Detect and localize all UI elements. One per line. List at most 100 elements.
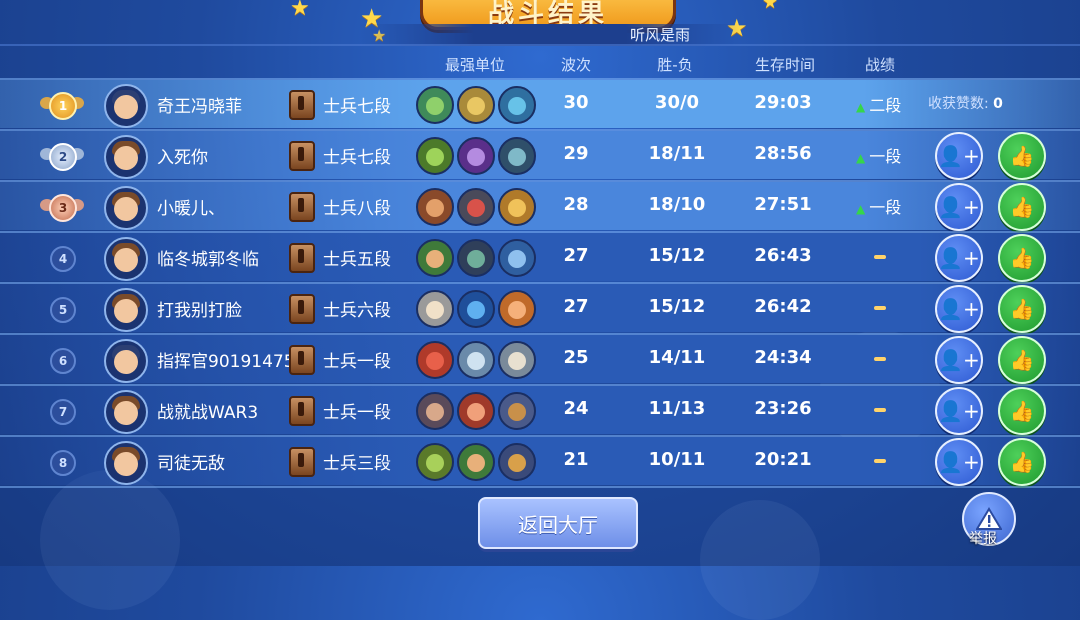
record-value: 一段 xyxy=(869,147,902,166)
likes-label: 收获赞数: xyxy=(928,96,989,112)
add-friend-button[interactable]: 👤+ xyxy=(935,285,983,333)
rank-badge: 6 xyxy=(50,348,76,374)
waves-value: 27 xyxy=(563,245,589,266)
thumbs-up-icon: 👍 xyxy=(1009,246,1035,270)
row-divider xyxy=(0,486,1080,488)
avatar xyxy=(104,237,148,281)
survival-time: 20:21 xyxy=(754,449,812,470)
unit-icon xyxy=(498,392,536,430)
win-loss-value: 14/11 xyxy=(648,347,706,368)
player-name: 奇王冯晓菲 xyxy=(157,97,242,117)
like-button[interactable]: 👍 xyxy=(998,438,1046,486)
unit-icon xyxy=(457,239,495,277)
survival-time: 23:26 xyxy=(754,398,812,419)
unit-icon xyxy=(498,341,536,379)
avatar xyxy=(104,390,148,434)
add-friend-button[interactable]: 👤+ xyxy=(935,132,983,180)
win-loss-value: 18/11 xyxy=(648,143,706,164)
up-arrow-icon: ▲ xyxy=(856,100,866,114)
rank-badge: 4 xyxy=(50,246,76,272)
add-friend-button[interactable]: 👤+ xyxy=(935,336,983,384)
unit-icon xyxy=(498,239,536,277)
record-value: 二段 xyxy=(869,96,902,115)
tier-icon xyxy=(289,294,315,324)
unit-icon xyxy=(457,86,495,124)
header-divider xyxy=(0,44,1080,46)
rank-number: 8 xyxy=(58,456,68,470)
player-tier: 士兵七段 xyxy=(323,148,391,168)
player-tier: 士兵八段 xyxy=(323,199,391,219)
unit-icon xyxy=(498,188,536,226)
tier-icon xyxy=(289,90,315,120)
star-icon: ★ xyxy=(290,0,310,21)
like-button[interactable]: 👍 xyxy=(998,234,1046,282)
win-loss-value: 11/13 xyxy=(648,398,706,419)
unit-icon xyxy=(457,290,495,328)
no-change-icon xyxy=(874,255,886,259)
up-arrow-icon: ▲ xyxy=(856,151,866,165)
thumbs-up-icon: 👍 xyxy=(1009,348,1035,372)
waves-value: 28 xyxy=(563,194,589,215)
like-button[interactable]: 👍 xyxy=(998,183,1046,231)
table-row: 8 司徒无敌 士兵三段 21 10/11 20:21 👤+ 👍 xyxy=(0,437,1080,486)
like-button[interactable]: 👍 xyxy=(998,285,1046,333)
avatar xyxy=(104,288,148,332)
avatar xyxy=(104,186,148,230)
tier-icon xyxy=(289,141,315,171)
unit-icon xyxy=(416,86,454,124)
unit-icon xyxy=(457,341,495,379)
background-emblem xyxy=(700,500,820,620)
record-value: 一段 xyxy=(869,198,902,217)
unit-icon xyxy=(498,86,536,124)
player-tier: 士兵一段 xyxy=(323,403,391,423)
rank-number: 7 xyxy=(58,405,68,419)
win-loss-value: 18/10 xyxy=(648,194,706,215)
tier-icon xyxy=(289,243,315,273)
like-button[interactable]: 👍 xyxy=(998,132,1046,180)
record-change: ▲ 二段 xyxy=(856,92,901,116)
like-button[interactable]: 👍 xyxy=(998,387,1046,435)
return-to-lobby-button[interactable]: 返回大厅 xyxy=(478,497,638,549)
table-row: 1 奇王冯晓菲 士兵七段 30 30/0 29:03 ▲ 二段 收获赞数: 0 xyxy=(0,80,1080,128)
return-to-lobby-label: 返回大厅 xyxy=(518,512,598,537)
rank-medal-gold: 1 xyxy=(49,92,77,120)
survival-time: 27:51 xyxy=(754,194,812,215)
report-label: 举报 xyxy=(969,531,997,547)
table-row: 6 指挥官90191475 士兵一段 25 14/11 24:34 👤+ 👍 xyxy=(0,335,1080,384)
unit-icon xyxy=(416,290,454,328)
unit-icon xyxy=(498,290,536,328)
survival-time: 26:42 xyxy=(754,296,812,317)
thumbs-up-icon: 👍 xyxy=(1009,144,1035,168)
unit-icon xyxy=(457,392,495,430)
rank-number: 4 xyxy=(58,252,68,266)
player-tier: 士兵七段 xyxy=(323,97,391,117)
rank-badge: 8 xyxy=(50,450,76,476)
thumbs-up-icon: 👍 xyxy=(1009,450,1035,474)
thumbs-up-icon: 👍 xyxy=(1009,195,1035,219)
tier-icon xyxy=(289,396,315,426)
rank-badge: 7 xyxy=(50,399,76,425)
survival-time: 28:56 xyxy=(754,143,812,164)
add-friend-icon: 👤+ xyxy=(938,195,980,219)
unit-icon xyxy=(416,188,454,226)
unit-icon xyxy=(457,443,495,481)
record-change: ▲ 一段 xyxy=(856,143,901,167)
unit-icon xyxy=(416,239,454,277)
rank-number: 6 xyxy=(58,354,68,368)
like-button[interactable]: 👍 xyxy=(998,336,1046,384)
waves-value: 27 xyxy=(563,296,589,317)
player-name: 入死你 xyxy=(157,148,208,168)
add-friend-button[interactable]: 👤+ xyxy=(935,387,983,435)
add-friend-button[interactable]: 👤+ xyxy=(935,234,983,282)
no-change-icon xyxy=(874,357,886,361)
waves-value: 25 xyxy=(563,347,589,368)
add-friend-button[interactable]: 👤+ xyxy=(935,438,983,486)
likes-count: 0 xyxy=(993,96,1003,112)
player-name: 打我别打脸 xyxy=(157,301,242,321)
rank-number: 5 xyxy=(58,303,68,317)
add-friend-button[interactable]: 👤+ xyxy=(935,183,983,231)
win-loss-value: 30/0 xyxy=(654,92,700,113)
avatar xyxy=(104,339,148,383)
current-player-name: 听风是雨 xyxy=(360,24,740,46)
unit-icon xyxy=(498,137,536,175)
